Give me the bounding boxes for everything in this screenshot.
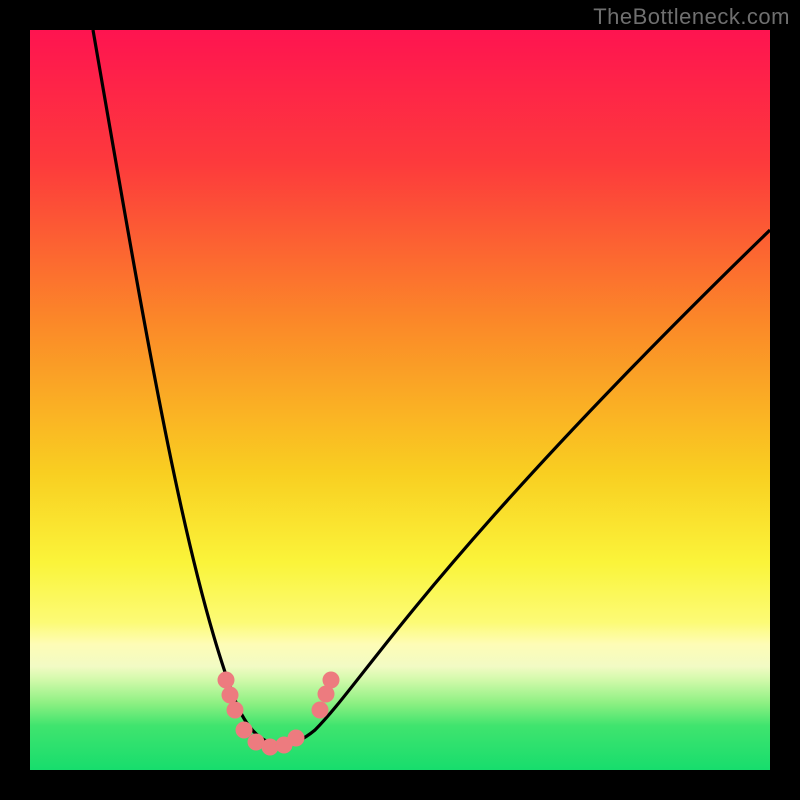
data-marker	[312, 702, 329, 719]
data-marker	[218, 672, 235, 689]
plot-area	[30, 30, 770, 770]
bottleneck-curve	[93, 30, 770, 745]
data-marker	[227, 702, 244, 719]
watermark-text: TheBottleneck.com	[593, 4, 790, 30]
outer-frame: TheBottleneck.com	[0, 0, 800, 800]
data-markers	[218, 672, 340, 756]
data-marker	[323, 672, 340, 689]
curve-layer	[30, 30, 770, 770]
data-marker	[222, 687, 239, 704]
data-marker	[236, 722, 253, 739]
data-marker	[288, 730, 305, 747]
